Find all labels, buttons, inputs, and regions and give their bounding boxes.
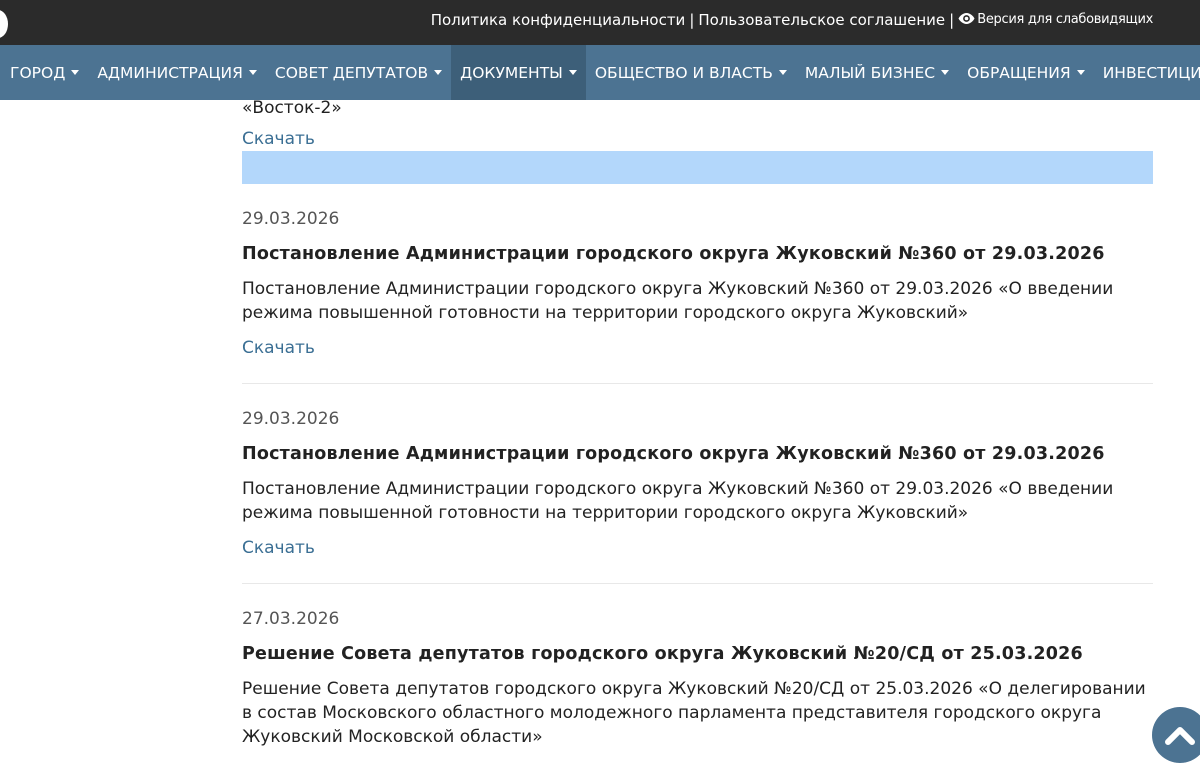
document-item: 29.03.2026 Постановление Администрации г… <box>242 207 1153 384</box>
caret-down-icon <box>71 70 80 75</box>
caret-down-icon <box>568 70 577 75</box>
nav-item-appeals[interactable]: ОБРАЩЕНИЯ <box>958 45 1094 100</box>
document-title[interactable]: Решение Совета депутатов городского окру… <box>242 642 1153 666</box>
nav-item-label: АДМИНИСТРАЦИЯ <box>97 63 243 82</box>
nav-item-label: ОБРАЩЕНИЯ <box>967 63 1071 82</box>
caret-down-icon <box>941 70 950 75</box>
nav-item-investments[interactable]: ИНВЕСТИЦИИ <box>1094 45 1200 100</box>
top-links: Политика конфиденциальности | Пользовате… <box>431 10 1154 30</box>
nav-item-label: ГОРОД <box>10 63 66 82</box>
document-description: Постановление Администрации городского о… <box>242 479 1114 523</box>
document-item: 29.03.2026 Постановление Администрации г… <box>242 407 1153 584</box>
document-date: 27.03.2026 <box>242 609 340 629</box>
nav-item-label: СОВЕТ ДЕПУТАТОВ <box>274 63 429 82</box>
document-date: 29.03.2026 <box>242 209 340 229</box>
separator: | <box>949 11 955 29</box>
download-link[interactable]: Скачать <box>242 127 315 151</box>
download-link[interactable]: Скачать <box>242 536 315 560</box>
top-utility-bar: Политика конфиденциальности | Пользовате… <box>0 0 1200 45</box>
download-link[interactable]: Скачать <box>242 336 315 360</box>
accessible-version-label: Версия для слабовидящих <box>977 12 1153 27</box>
documents-list: «Восток-2» Скачать 29.03.2026 Постановле… <box>242 98 1153 772</box>
nav-item-council[interactable]: СОВЕТ ДЕПУТАТОВ <box>266 45 451 100</box>
document-date: 29.03.2026 <box>242 409 340 429</box>
accessible-version-link[interactable]: Версия для слабовидящих <box>958 10 1153 30</box>
separator: | <box>689 11 695 29</box>
logo[interactable] <box>0 10 8 38</box>
caret-down-icon <box>778 70 787 75</box>
nav-item-documents[interactable]: ДОКУМЕНТЫ <box>451 45 586 100</box>
highlight-bar <box>242 151 1153 184</box>
caret-down-icon <box>434 70 443 75</box>
user-agreement-link[interactable]: Пользовательское соглашение <box>698 10 945 30</box>
previous-document-text: «Восток-2» <box>242 98 342 118</box>
chevron-up-icon <box>1165 727 1195 745</box>
nav-item-society[interactable]: ОБЩЕСТВО И ВЛАСТЬ <box>586 45 796 100</box>
nav-item-small-business[interactable]: МАЛЫЙ БИЗНЕС <box>796 45 958 100</box>
main-navigation: ГОРОД АДМИНИСТРАЦИЯ СОВЕТ ДЕПУТАТОВ ДОКУ… <box>0 45 1200 100</box>
nav-item-administration[interactable]: АДМИНИСТРАЦИЯ <box>88 45 266 100</box>
scroll-to-top-button[interactable] <box>1152 707 1200 763</box>
caret-down-icon <box>248 70 257 75</box>
caret-down-icon <box>1076 70 1085 75</box>
document-item: 27.03.2026 Решение Совета депутатов горо… <box>242 607 1153 772</box>
nav-item-label: МАЛЫЙ БИЗНЕС <box>804 63 936 82</box>
nav-item-city[interactable]: ГОРОД <box>0 45 88 100</box>
document-title[interactable]: Постановление Администрации городского о… <box>242 242 1153 266</box>
document-description: Решение Совета депутатов городского окру… <box>242 679 1146 747</box>
document-title[interactable]: Постановление Администрации городского о… <box>242 442 1153 466</box>
privacy-policy-link[interactable]: Политика конфиденциальности <box>431 10 686 30</box>
nav-item-label: ДОКУМЕНТЫ <box>460 63 563 82</box>
eye-icon <box>958 13 975 24</box>
nav-item-label: ОБЩЕСТВО И ВЛАСТЬ <box>594 63 773 82</box>
document-description: Постановление Администрации городского о… <box>242 279 1114 323</box>
nav-item-label: ИНВЕСТИЦИИ <box>1102 63 1200 82</box>
